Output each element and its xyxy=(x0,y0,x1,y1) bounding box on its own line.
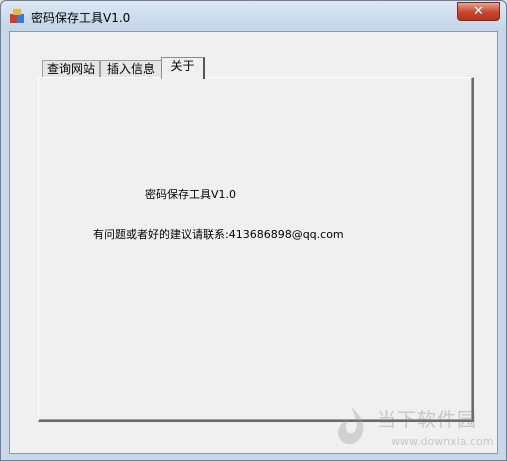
client-area: 查询网站 插入信息 关于 密码保存工具V1.0 有问题或者好的建议请联系:413… xyxy=(9,31,498,454)
about-title: 密码保存工具V1.0 xyxy=(145,188,237,201)
about-contact: 有问题或者好的建议请联系:413686898@qq.com xyxy=(93,228,344,241)
tab-about[interactable]: 关于 xyxy=(161,57,205,79)
watermark: 当下软件园 www.downxia.com xyxy=(331,401,501,459)
tab-insert-info[interactable]: 插入信息 xyxy=(100,60,162,78)
title-bar[interactable]: 密码保存工具V1.0 ✕ xyxy=(1,1,506,31)
watermark-url: www.downxia.com xyxy=(391,435,494,448)
downxia-logo-icon xyxy=(338,407,364,445)
window-title: 密码保存工具V1.0 xyxy=(31,11,131,25)
watermark-logo-text: 当下软件园 xyxy=(377,409,478,431)
close-button[interactable]: ✕ xyxy=(457,2,500,21)
app-icon xyxy=(10,9,24,23)
close-icon: ✕ xyxy=(473,4,484,19)
about-panel: 密码保存工具V1.0 有问题或者好的建议请联系:413686898@qq.com xyxy=(38,77,474,422)
app-window: 密码保存工具V1.0 ✕ 查询网站 插入信息 关于 密码保存工具V1.0 有问题… xyxy=(0,0,507,461)
tab-query-sites[interactable]: 查询网站 xyxy=(42,60,100,78)
